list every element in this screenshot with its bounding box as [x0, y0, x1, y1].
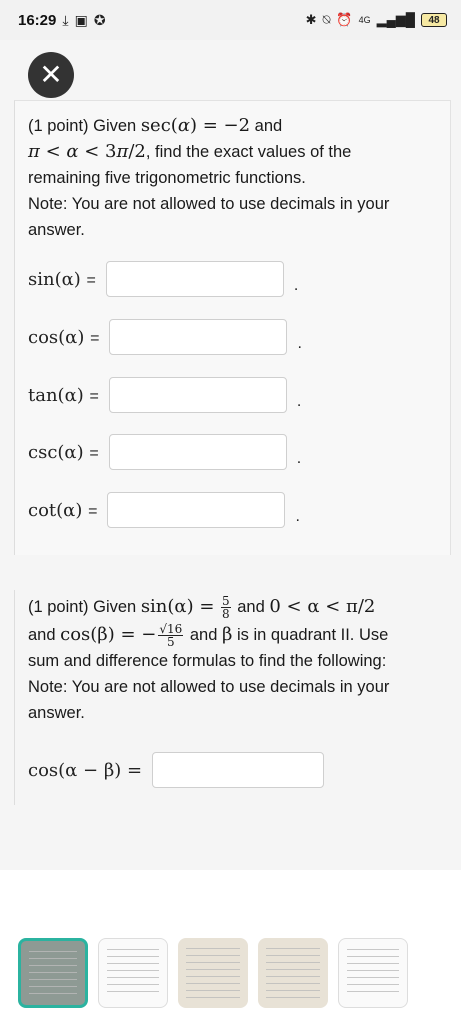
tan-answer-input[interactable]	[108, 377, 287, 413]
prompt-text: and	[185, 626, 222, 645]
sin-answer-row: sin(α) = .	[28, 261, 298, 297]
battery-level: 48	[428, 14, 440, 26]
problem-1-card: (1 point) Given sec(α) = −2 and π < α < …	[14, 100, 451, 555]
cos-label: cos(α) =	[28, 327, 99, 348]
math-expression: β	[221, 624, 233, 646]
prompt-line: (1 point) Given sin(α) = 58 and 0 < α < …	[28, 594, 433, 620]
battery-icon: 48	[421, 13, 447, 27]
fraction-denominator: 8	[222, 607, 230, 622]
thumbnail-content	[29, 951, 77, 995]
equals-sign: =	[88, 502, 98, 520]
period: .	[297, 335, 302, 352]
period: .	[293, 277, 299, 294]
tan-label: tan(α) =	[28, 385, 99, 406]
status-time: 16:29	[18, 11, 57, 29]
equals-sign: =	[89, 387, 99, 405]
csc-label-text: csc(α)	[28, 441, 84, 463]
thumbnail-selected[interactable]	[18, 938, 88, 1008]
equals-sign: =	[86, 271, 96, 289]
prompt-line: π < α < 3π/2, find the exact values of t…	[28, 141, 352, 162]
equals-sign: =	[89, 444, 99, 462]
prompt-line: sum and difference formulas to find the …	[28, 652, 387, 671]
mute-bell-icon: ⍉	[322, 12, 331, 27]
cos-alpha-minus-beta-input[interactable]	[152, 752, 325, 788]
alarm-icon: ⏰	[336, 12, 353, 27]
cot-answer-row: cot(α) = .	[28, 492, 300, 528]
app-notification-icon: ▣	[74, 11, 88, 28]
thumbnail-content	[186, 948, 240, 998]
sin-answer-input[interactable]	[105, 261, 284, 297]
gamepad-icon: ✪	[93, 11, 106, 28]
status-bar: 16:29 ⤓ ▣ ✪ ✱ ⍉ ⏰ 4G ▂▄▆█ 48	[0, 0, 461, 40]
prompt-line: and cos(β) = − √16 5 and β is in quadrant …	[28, 622, 433, 648]
cot-label-text: cot(α)	[28, 499, 83, 521]
period: .	[296, 393, 302, 410]
thumbnail-content	[347, 949, 399, 997]
close-button[interactable]: ✕	[28, 52, 74, 98]
prompt-line: Note: You are not allowed to use decimal…	[28, 195, 390, 213]
close-icon: ✕	[39, 59, 63, 90]
network-type: 4G	[358, 15, 371, 25]
prompt-text: is in quadrant II. Use	[232, 626, 389, 645]
signal-icon: ▂▄▆█	[376, 12, 415, 27]
sin-label: sin(α) =	[28, 269, 96, 290]
equals-sign: =	[90, 329, 100, 347]
cos-alpha-minus-beta-row: cos(α − β) =	[28, 752, 325, 788]
thumbnail[interactable]	[98, 938, 168, 1008]
problem-2-card: (1 point) Given sin(α) = 58 and 0 < α < …	[14, 590, 451, 805]
prompt-line: answer.	[28, 221, 85, 239]
math-expression: sin(α) =	[140, 596, 215, 617]
thumbnail[interactable]	[338, 938, 408, 1008]
prompt-text: and	[232, 598, 270, 616]
tan-answer-row: tan(α) = .	[28, 377, 301, 413]
download-icon: ⤓	[62, 11, 69, 28]
problem-2-prompt: (1 point) Given sin(α) = 58 and 0 < α < …	[28, 594, 433, 726]
thumbnail-content	[266, 948, 320, 998]
cos-alpha-minus-beta-label: cos(α − β) =	[28, 759, 143, 781]
cos-label-text: cos(α)	[28, 326, 85, 348]
prompt-text: and	[28, 626, 61, 645]
csc-answer-row: csc(α) = .	[28, 434, 301, 470]
prompt-line: answer.	[28, 704, 85, 723]
thumbnail-strip	[18, 938, 408, 1008]
cot-answer-input[interactable]	[107, 492, 286, 528]
fraction: √16 5	[158, 623, 184, 650]
cot-label: cot(α) =	[28, 500, 97, 521]
tan-label-text: tan(α)	[28, 384, 84, 406]
bluetooth-icon: ✱	[305, 12, 317, 27]
prompt-line: remaining five trigonometric functions.	[28, 169, 306, 187]
fraction-denominator: 5	[166, 635, 175, 650]
period: .	[295, 508, 300, 525]
sin-label-text: sin(α)	[28, 268, 81, 290]
period: .	[296, 450, 302, 467]
status-left: 16:29 ⤓ ▣ ✪	[18, 12, 106, 29]
problem-1-prompt: (1 point) Given sec(α) = −2 and π < α < …	[28, 113, 432, 243]
thumbnail[interactable]	[178, 938, 248, 1008]
csc-label: csc(α) =	[28, 442, 99, 463]
cos-answer-row: cos(α) = .	[28, 319, 302, 355]
cos-answer-input[interactable]	[109, 319, 288, 355]
thumbnail[interactable]	[258, 938, 328, 1008]
status-icons: ✱ ⍉ ⏰ 4G ▂▄▆█ 48	[306, 12, 447, 28]
csc-answer-input[interactable]	[108, 434, 287, 470]
math-expression: 0 < α < π/2	[269, 596, 376, 617]
fraction: 58	[221, 595, 231, 620]
math-expression: cos(β) = −	[60, 624, 157, 646]
prompt-line: Note: You are not allowed to use decimal…	[28, 678, 390, 697]
prompt-line: (1 point) Given sec(α) = −2 and	[28, 115, 283, 136]
thumbnail-content	[107, 949, 159, 997]
prompt-text: (1 point) Given	[28, 598, 141, 616]
